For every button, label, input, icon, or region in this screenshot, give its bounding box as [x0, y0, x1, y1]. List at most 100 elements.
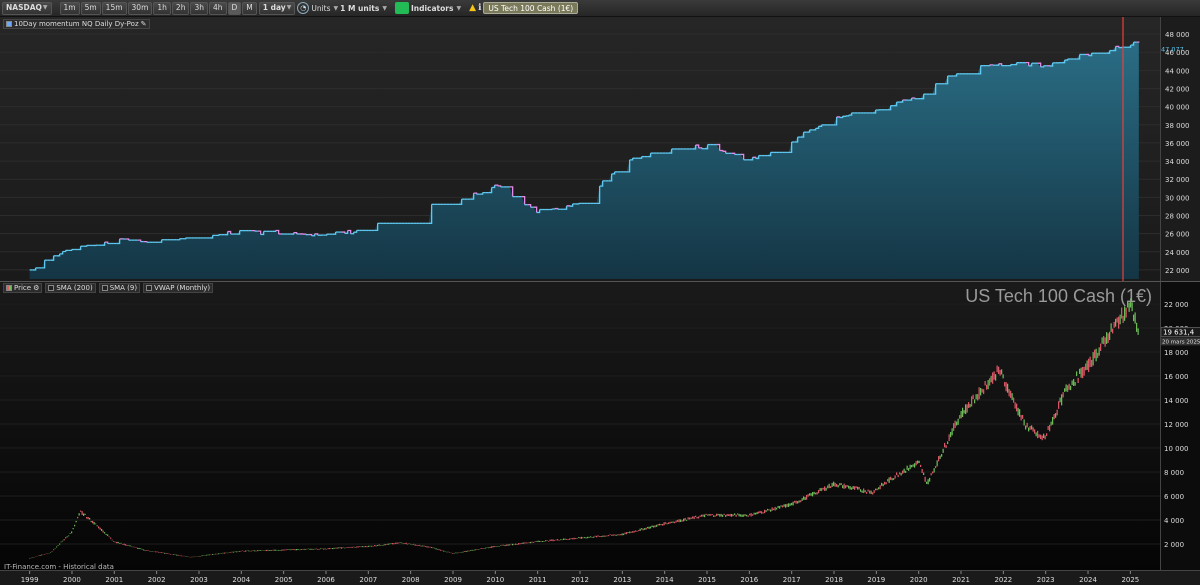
x-tick-label: 2010: [486, 576, 504, 584]
momentum-step: [575, 203, 580, 205]
y-tick-label: 44 000: [1165, 67, 1190, 75]
price-legend-item[interactable]: VWAP (Monthly): [143, 283, 214, 293]
legend-swatch[interactable]: [6, 285, 12, 291]
price-legend-item[interactable]: SMA (200): [45, 283, 96, 293]
timeframe-button-2h[interactable]: 2h: [171, 1, 190, 15]
x-tick-label: 2000: [63, 576, 81, 584]
x-tick-label: 2002: [148, 576, 166, 584]
legend-checkbox[interactable]: [146, 285, 153, 291]
momentum-step: [692, 145, 697, 150]
timeframe-button-30m[interactable]: 30m: [127, 1, 153, 15]
warning-icon[interactable]: ▲: [469, 3, 476, 13]
y-tick-label: 42 000: [1165, 86, 1190, 94]
settings-icon[interactable]: ⚙: [33, 284, 39, 292]
y-tick-label: 48 000: [1165, 31, 1190, 39]
time-axis[interactable]: 1999 2000 2001 2002 2003 2004 2005 2006 2007 2008…: [0, 570, 1200, 585]
momentum-legend: 10Day momentum NQ Daily Dy-Poz ✎: [3, 19, 150, 29]
price-pane[interactable]: Price ⚙ SMA (200) SMA (9) VWAP (Monthly): [0, 282, 1160, 570]
y-tick-label: 30 000: [1165, 194, 1190, 202]
momentum-legend-label: 10Day momentum NQ Daily Dy-Poz: [14, 20, 139, 28]
edit-icon[interactable]: ✎: [141, 20, 147, 28]
momentum-step: [845, 115, 850, 117]
chevron-down-icon: ▼: [286, 4, 292, 11]
momentum-step: [83, 245, 88, 247]
indicators-label[interactable]: Indicators: [411, 4, 453, 13]
price-axis[interactable]: 2 000 4 000 6 000 8 000 10 000 12 000 14 000 16…: [1160, 282, 1200, 570]
price-legend: Price ⚙ SMA (200) SMA (9) VWAP (Monthly): [3, 283, 214, 293]
momentum-pane[interactable]: 10Day momentum NQ Daily Dy-Poz ✎: [0, 17, 1160, 281]
chevron-down-icon[interactable]: ▼: [456, 5, 461, 12]
y-tick-label: 24 000: [1165, 249, 1190, 257]
x-tick-label: 2012: [571, 576, 589, 584]
legend-checkbox[interactable]: [101, 285, 108, 291]
x-tick-label: 2022: [994, 576, 1012, 584]
x-tick-label: 2005: [275, 576, 293, 584]
timeframe-button-5m[interactable]: 5m: [80, 1, 101, 15]
y-tick-label: 22 000: [1164, 301, 1189, 309]
price-axis-svg: 2 000 4 000 6 000 8 000 10 000 12 000 14 000 16…: [1160, 301, 1200, 549]
x-tick-label: 2023: [1037, 576, 1055, 584]
momentum-step: [68, 249, 73, 252]
x-tick-label: 2004: [232, 576, 250, 584]
legend-checkbox[interactable]: [48, 285, 55, 291]
info-icon[interactable]: ℹ: [478, 3, 481, 13]
timeframe-button-m[interactable]: M: [242, 1, 257, 15]
timeframe-button-3h[interactable]: 3h: [190, 1, 208, 15]
price-legend-label: VWAP (Monthly): [154, 284, 211, 292]
x-tick-label: 2019: [867, 576, 885, 584]
instrument-tag[interactable]: US Tech 100 Cash (1€): [483, 2, 579, 14]
units-label: Units: [311, 3, 331, 13]
chevron-down-icon[interactable]: ▼: [334, 5, 339, 12]
x-tick-label: 2021: [952, 576, 970, 584]
market-label: NASDAQ: [6, 3, 42, 13]
momentum-step: [62, 250, 67, 253]
momentum-step: [1007, 64, 1012, 67]
x-tick-label: 2014: [656, 576, 674, 584]
current-value-label: 47 077: [1161, 45, 1184, 53]
price-legend-item[interactable]: Price ⚙: [3, 283, 43, 293]
timeframe-button-1m[interactable]: 1m: [59, 1, 80, 15]
indicators-icon[interactable]: [394, 2, 409, 14]
timeframe-group: 1m 5m 15m 30m 1h 2h 3h 4h D M: [59, 1, 257, 15]
momentum-step: [953, 73, 958, 77]
momentum-step: [554, 207, 559, 210]
momentum-axis-svg: 22 000 24 000 26 000 28 000 30 000 32 000 34 0…: [1161, 31, 1190, 275]
x-tick-label: 2009: [444, 576, 462, 584]
units-gauge-icon[interactable]: ◔: [297, 2, 310, 14]
x-tick-label: 2006: [317, 576, 335, 584]
momentum-step: [749, 157, 754, 161]
momentum-step: [101, 242, 106, 246]
y-tick-label: 32 000: [1165, 176, 1190, 184]
y-tick-label: 16 000: [1164, 373, 1189, 381]
y-tick-label: 10 000: [1164, 445, 1189, 453]
x-tick-label: 2001: [105, 576, 123, 584]
market-selector[interactable]: NASDAQ ▼: [2, 1, 52, 15]
timeframe-button-d[interactable]: D: [227, 1, 242, 15]
chevron-down-icon[interactable]: ▼: [382, 5, 387, 12]
price-legend-label: Price: [14, 284, 32, 292]
y-tick-label: 12 000: [1164, 421, 1189, 429]
timeframe-button-4h[interactable]: 4h: [208, 1, 227, 15]
units-value[interactable]: 1 M units: [340, 4, 379, 13]
y-tick-label: 8 000: [1164, 469, 1184, 477]
momentum-step: [77, 246, 82, 251]
last-price-label: 19 631,4: [1163, 328, 1195, 336]
instrument-watermark: US Tech 100 Cash (1€): [965, 286, 1152, 306]
x-tick-label: 2020: [910, 576, 928, 584]
momentum-step: [272, 230, 277, 232]
momentum-legend-item[interactable]: 10Day momentum NQ Daily Dy-Poz ✎: [3, 19, 150, 29]
momentum-step: [1013, 62, 1018, 66]
y-tick-label: 4 000: [1164, 517, 1184, 525]
momentum-step: [494, 184, 499, 186]
period-selector[interactable]: 1 day ▼: [258, 1, 296, 15]
momentum-step: [899, 100, 904, 103]
timeframe-button-1h[interactable]: 1h: [153, 1, 171, 15]
momentum-step: [251, 229, 256, 232]
momentum-price-axis[interactable]: 22 000 24 000 26 000 28 000 30 000 32 000 34 0…: [1160, 17, 1200, 281]
momentum-step: [908, 98, 913, 101]
chevron-down-icon: ▼: [42, 4, 48, 11]
timeframe-button-15m[interactable]: 15m: [101, 1, 127, 15]
price-legend-item[interactable]: SMA (9): [98, 283, 141, 293]
momentum-step: [836, 116, 841, 118]
y-tick-label: 22 000: [1165, 267, 1190, 275]
